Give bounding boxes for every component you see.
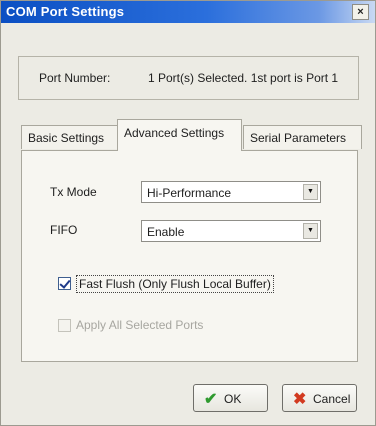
cancel-button[interactable]: ✖ Cancel [282, 384, 357, 412]
checkmark-icon: ✔ [204, 391, 218, 408]
ok-button-label: OK [224, 392, 242, 406]
advanced-settings-panel: Tx Mode Hi-Performance ▼ FIFO Enable ▼ F… [21, 150, 358, 362]
ok-button[interactable]: ✔ OK [193, 384, 268, 412]
title-bar[interactable]: COM Port Settings × [1, 1, 375, 23]
window-title: COM Port Settings [6, 4, 125, 19]
fifo-label: FIFO [50, 223, 78, 237]
dropdown-arrow-icon[interactable]: ▼ [303, 223, 318, 239]
port-number-value: 1 Port(s) Selected. 1st port is Port 1 [148, 71, 339, 85]
apply-all-checkbox[interactable] [58, 319, 71, 332]
fast-flush-checkbox[interactable] [58, 277, 71, 290]
cancel-button-label: Cancel [313, 392, 351, 406]
tab-basic-settings[interactable]: Basic Settings [21, 125, 119, 149]
close-icon: × [357, 6, 364, 18]
port-number-label: Port Number: [39, 71, 111, 85]
fifo-select[interactable]: Enable ▼ [141, 220, 321, 242]
close-button[interactable]: × [352, 4, 369, 20]
tx-mode-select[interactable]: Hi-Performance ▼ [141, 181, 321, 203]
com-port-settings-dialog: COM Port Settings × Port Number: 1 Port(… [0, 0, 376, 426]
x-cross-icon: ✖ [293, 391, 307, 408]
port-number-group: Port Number: 1 Port(s) Selected. 1st por… [18, 56, 359, 100]
fast-flush-label[interactable]: Fast Flush (Only Flush Local Buffer) [76, 275, 274, 293]
tx-mode-label: Tx Mode [50, 185, 97, 199]
tab-advanced-settings[interactable]: Advanced Settings [117, 119, 242, 151]
apply-all-label: Apply All Selected Ports [76, 318, 204, 332]
tab-serial-parameters[interactable]: Serial Parameters [243, 125, 362, 149]
tx-mode-value: Hi-Performance [147, 186, 232, 200]
dropdown-arrow-icon[interactable]: ▼ [303, 184, 318, 200]
fifo-value: Enable [147, 225, 185, 239]
